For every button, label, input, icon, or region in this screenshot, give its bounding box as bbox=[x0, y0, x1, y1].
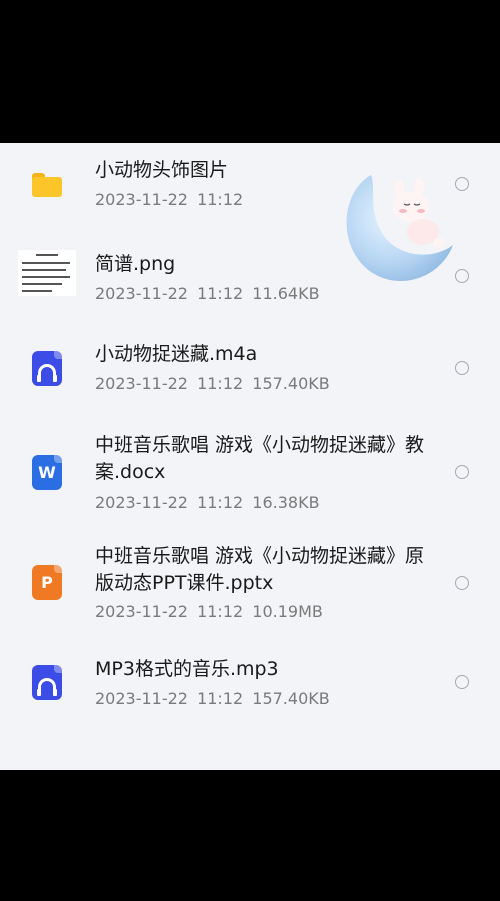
file-meta: 2023-11-22 11:12 157.40KB bbox=[95, 374, 330, 393]
folder-icon bbox=[32, 173, 62, 197]
moon-bunny-sticker bbox=[346, 175, 453, 282]
word-letter: W bbox=[38, 463, 56, 482]
image-thumbnail bbox=[18, 250, 76, 296]
file-meta: 2023-11-22 11:12 157.40KB bbox=[95, 689, 330, 708]
file-meta: 2023-11-22 11:12 11.64KB bbox=[95, 284, 320, 303]
ppt-letter: P bbox=[41, 573, 53, 592]
file-name: MP3格式的音乐.mp3 bbox=[95, 658, 279, 680]
select-radio[interactable] bbox=[455, 675, 469, 689]
list-item[interactable]: MP3格式的音乐.mp3 2023-11-22 11:12 157.40KB bbox=[0, 653, 500, 743]
select-radio[interactable] bbox=[455, 361, 469, 375]
word-file-icon: W bbox=[32, 455, 62, 490]
ppt-file-icon: P bbox=[32, 565, 62, 600]
file-meta: 2023-11-22 11:12 10.19MB bbox=[95, 602, 323, 621]
select-radio[interactable] bbox=[455, 465, 469, 479]
file-list-screen: 小动物头饰图片 2023-11-22 11:12 简谱.png 2023-11-… bbox=[0, 143, 500, 770]
file-meta: 2023-11-22 11:12 16.38KB bbox=[95, 493, 320, 512]
audio-file-icon bbox=[32, 351, 62, 386]
select-radio[interactable] bbox=[455, 576, 469, 590]
list-item[interactable]: P 中班音乐歌唱 游戏《小动物捉迷藏》原版动态PPT课件.pptx 2023-1… bbox=[0, 533, 500, 653]
file-name: 中班音乐歌唱 游戏《小动物捉迷藏》教案.docx bbox=[95, 434, 425, 483]
list-item[interactable]: W 中班音乐歌唱 游戏《小动物捉迷藏》教案.docx 2023-11-22 11… bbox=[0, 418, 500, 533]
file-name: 小动物捉迷藏.m4a bbox=[95, 343, 258, 365]
select-radio[interactable] bbox=[455, 269, 469, 283]
list-item[interactable]: 小动物捉迷藏.m4a 2023-11-22 11:12 157.40KB bbox=[0, 328, 500, 418]
audio-file-icon bbox=[32, 665, 62, 700]
select-radio[interactable] bbox=[455, 177, 469, 191]
file-name: 中班音乐歌唱 游戏《小动物捉迷藏》原版动态PPT课件.pptx bbox=[95, 545, 425, 594]
file-meta: 2023-11-22 11:12 bbox=[95, 190, 244, 209]
